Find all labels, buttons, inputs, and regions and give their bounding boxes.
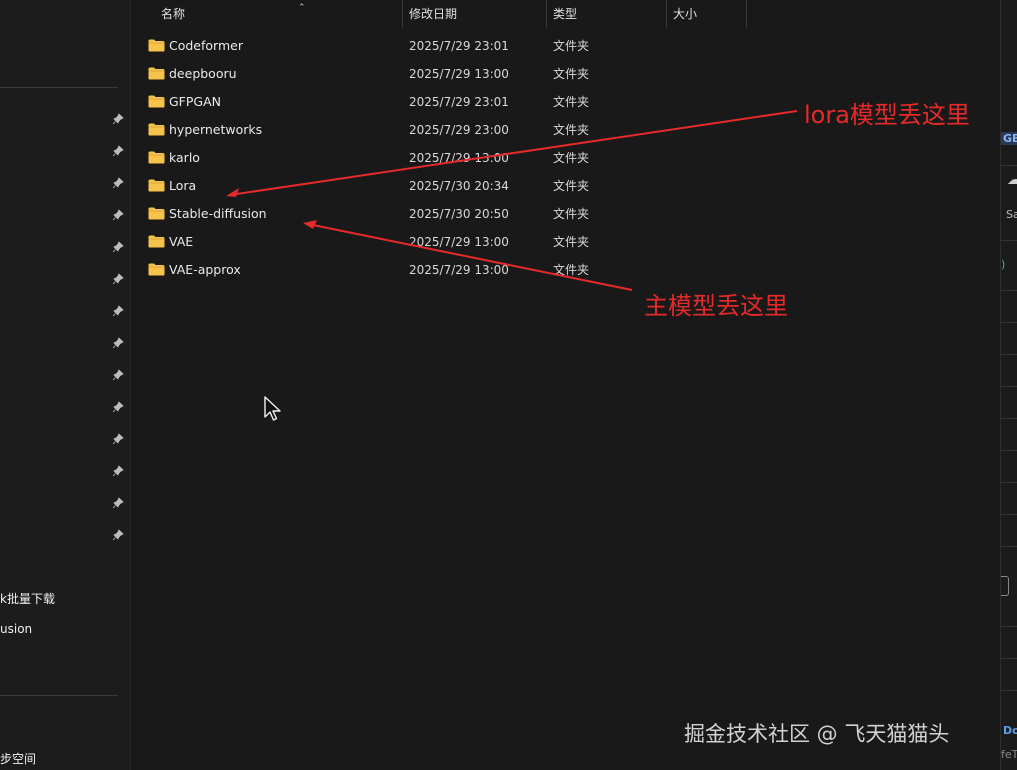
file-row[interactable]: Stable-diffusion 2025/7/30 20:50 文件夹 (131, 200, 1000, 228)
background-window-divider (1001, 386, 1017, 387)
nav-item-sync-space[interactable]: 步空间 (0, 750, 36, 767)
pin-icon[interactable] (112, 529, 124, 541)
background-window-divider (1001, 322, 1017, 323)
nav-item-batch-download[interactable]: k批量下载 (0, 590, 55, 607)
pin-icon[interactable] (112, 177, 124, 189)
file-type: 文件夹 (553, 179, 590, 193)
pin-icon[interactable] (112, 305, 124, 317)
file-name: Stable-diffusion (169, 206, 267, 221)
column-header: 名称 ⌃ 修改日期 类型 大小 (131, 0, 1000, 28)
folder-icon (148, 207, 165, 220)
pin-icon[interactable] (112, 369, 124, 381)
file-name: karlo (169, 150, 200, 165)
file-row[interactable]: deepbooru 2025/7/29 13:00 文件夹 (131, 60, 1000, 88)
file-modified: 2025/7/29 23:00 (409, 123, 509, 137)
sort-ascending-icon: ⌃ (298, 3, 306, 13)
file-modified: 2025/7/29 13:00 (409, 151, 509, 165)
background-window-text: feT (1001, 748, 1017, 761)
background-window-divider (1001, 626, 1017, 627)
file-row[interactable]: VAE 2025/7/29 13:00 文件夹 (131, 228, 1000, 256)
pin-icon[interactable] (112, 497, 124, 509)
file-modified: 2025/7/29 13:00 (409, 263, 509, 277)
file-name: Codeformer (169, 38, 243, 53)
annotation-main-model: 主模型丢这里 (644, 292, 788, 320)
navigation-pane: k批量下载 usion 步空间 (0, 0, 130, 770)
column-header-size[interactable]: 大小 (667, 0, 747, 28)
file-type: 文件夹 (553, 207, 590, 221)
file-name: VAE (169, 234, 194, 249)
folder-icon (148, 263, 165, 276)
nav-divider (0, 87, 118, 88)
background-window-divider (1001, 418, 1017, 419)
watermark-text: 掘金技术社区 @ 飞天猫猫头 (684, 722, 950, 746)
file-row[interactable]: VAE-approx 2025/7/29 13:00 文件夹 (131, 256, 1000, 284)
file-name: hypernetworks (169, 122, 263, 137)
pin-icon[interactable] (112, 241, 124, 253)
file-type: 文件夹 (553, 235, 590, 249)
background-window-divider (1001, 354, 1017, 355)
cloud-icon: ☁ (1007, 172, 1017, 188)
file-type: 文件夹 (553, 39, 590, 53)
background-window-text: GB) (1001, 132, 1017, 145)
background-window-divider (1001, 482, 1017, 483)
nav-item-diffusion[interactable]: usion (0, 622, 32, 636)
background-window-text: Do (1003, 724, 1017, 737)
folder-icon (148, 151, 165, 164)
background-window-divider (1001, 450, 1017, 451)
file-type: 文件夹 (553, 263, 590, 277)
file-row[interactable]: Codeformer 2025/7/29 23:01 文件夹 (131, 32, 1000, 60)
file-modified: 2025/7/29 13:00 (409, 67, 509, 81)
nav-divider (0, 695, 118, 696)
background-window-text: ) (1001, 258, 1006, 271)
file-modified: 2025/7/29 23:01 (409, 95, 509, 109)
background-window-text: Sa (1006, 208, 1017, 221)
pin-icon[interactable] (112, 113, 124, 125)
file-type: 文件夹 (553, 123, 590, 137)
file-modified: 2025/7/29 23:01 (409, 39, 509, 53)
pin-icon[interactable] (112, 465, 124, 477)
pin-icon[interactable] (112, 401, 124, 413)
pin-icon[interactable] (112, 145, 124, 157)
file-row[interactable]: Lora 2025/7/30 20:34 文件夹 (131, 172, 1000, 200)
file-type: 文件夹 (553, 67, 590, 81)
background-window-divider (1001, 546, 1017, 547)
column-header-name[interactable]: 名称 ⌃ (155, 0, 403, 28)
file-type: 文件夹 (553, 95, 590, 109)
folder-icon (148, 95, 165, 108)
column-header-modified[interactable]: 修改日期 (403, 0, 547, 28)
pin-icon[interactable] (112, 337, 124, 349)
background-window-divider (1001, 690, 1017, 691)
folder-icon (148, 39, 165, 52)
folder-icon (148, 179, 165, 192)
file-name: VAE-approx (169, 262, 241, 277)
column-name-label: 名称 (161, 7, 186, 21)
background-window-divider (1001, 658, 1017, 659)
file-name: deepbooru (169, 66, 237, 81)
background-window-checkbox (1001, 576, 1009, 596)
file-name: GFPGAN (169, 94, 222, 109)
background-window-edge: GB) ☁ Sa ) Do feT (1000, 0, 1017, 770)
pin-icon[interactable] (112, 273, 124, 285)
file-name: Lora (169, 178, 197, 193)
pin-icon[interactable] (112, 433, 124, 445)
file-explorer-window: k批量下载 usion 步空间 名称 ⌃ 修改日期 类型 大小 Codeform… (0, 0, 1017, 770)
background-window-divider (1001, 514, 1017, 515)
pin-icon[interactable] (112, 209, 124, 221)
folder-icon (148, 123, 165, 136)
folder-icon (148, 67, 165, 80)
annotation-lora: lora模型丢这里 (804, 101, 970, 129)
folder-icon (148, 235, 165, 248)
mouse-cursor-icon (264, 396, 281, 421)
file-modified: 2025/7/30 20:50 (409, 207, 509, 221)
column-header-type[interactable]: 类型 (547, 0, 667, 28)
file-modified: 2025/7/29 13:00 (409, 235, 509, 249)
file-modified: 2025/7/30 20:34 (409, 179, 509, 193)
file-row[interactable]: karlo 2025/7/29 13:00 文件夹 (131, 144, 1000, 172)
file-type: 文件夹 (553, 151, 590, 165)
background-window-divider (1001, 290, 1017, 291)
background-window-divider (1001, 240, 1017, 241)
background-window-divider (1001, 165, 1017, 166)
